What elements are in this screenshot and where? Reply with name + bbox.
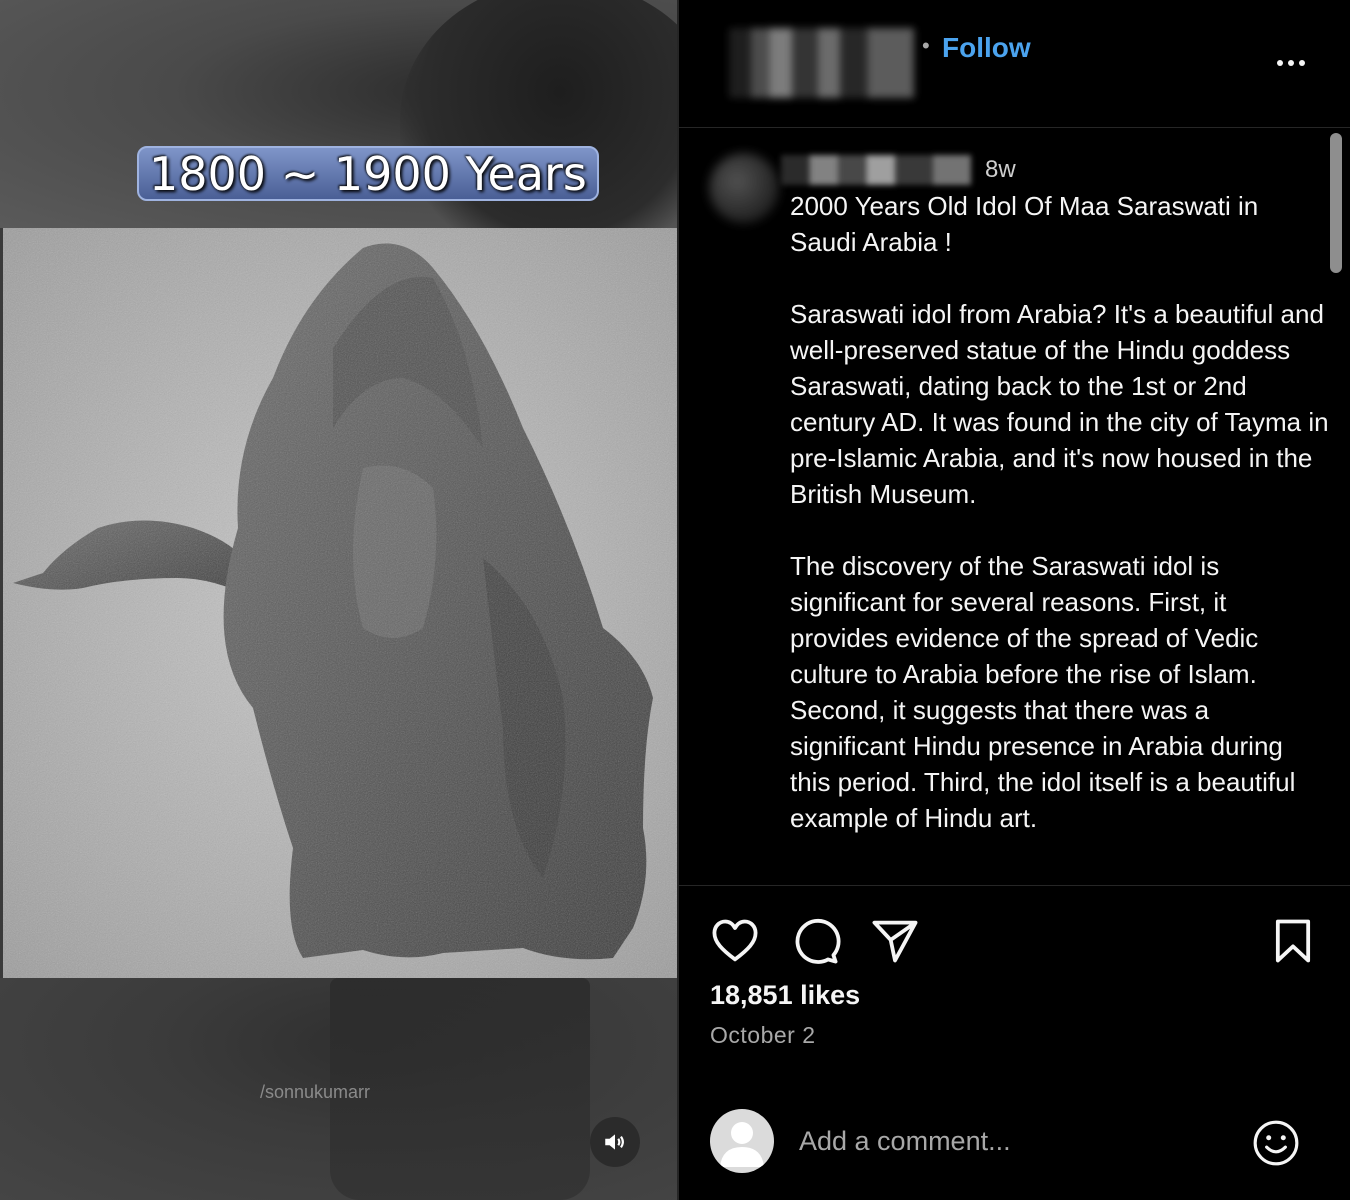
comment-button[interactable] <box>789 915 841 967</box>
default-avatar-icon <box>720 1122 764 1167</box>
comment-bar <box>679 1098 1350 1188</box>
emoji-button[interactable] <box>1251 1118 1301 1168</box>
post-media[interactable]: 1800 ~ 1900 Years /sonnukumarr <box>0 0 677 1200</box>
author-avatar[interactable] <box>709 153 779 223</box>
comment-input[interactable] <box>799 1118 1239 1164</box>
share-icon <box>872 920 918 963</box>
like-button[interactable] <box>709 915 761 967</box>
more-options-icon <box>1277 60 1283 66</box>
audio-toggle-button[interactable] <box>590 1117 640 1167</box>
scrollbar-thumb[interactable] <box>1330 133 1342 273</box>
share-button[interactable] <box>869 915 921 967</box>
actions-divider <box>679 885 1350 886</box>
post-age: 8w <box>985 156 1016 183</box>
emoji-icon <box>1253 1120 1299 1166</box>
post-header: • Follow <box>679 0 1350 128</box>
watermark: /sonnukumarr <box>260 1082 371 1102</box>
heart-icon <box>712 919 758 962</box>
post-details-panel: • Follow 8w 2000 Years Old Idol Of Maa S… <box>679 0 1350 1200</box>
post-date[interactable]: October 2 <box>710 1022 816 1049</box>
caption-scroll-area[interactable]: 8w 2000 Years Old Idol Of Maa Saraswati … <box>679 129 1350 885</box>
post-caption: 2000 Years Old Idol Of Maa Saraswati in … <box>790 191 1329 833</box>
statue-photo <box>3 228 677 978</box>
blurred-author-name[interactable] <box>781 155 971 185</box>
overlay-caption: 1800 ~ 1900 Years <box>137 146 599 201</box>
comment-icon <box>795 918 841 964</box>
more-options-button[interactable] <box>1269 48 1313 78</box>
current-user-avatar[interactable] <box>710 1109 774 1173</box>
blurred-username[interactable] <box>729 28 914 98</box>
statue-illustration <box>3 228 677 978</box>
like-count[interactable]: 18,851 likes <box>710 980 860 1011</box>
separator-dot: • <box>922 33 930 58</box>
bookmark-icon <box>1275 919 1311 963</box>
speaker-icon <box>605 1134 624 1150</box>
post-actions <box>679 905 1350 975</box>
follow-button[interactable]: Follow <box>942 32 1031 64</box>
save-button[interactable] <box>1267 915 1319 967</box>
more-options-icon <box>1288 60 1294 66</box>
more-options-icon <box>1299 60 1305 66</box>
